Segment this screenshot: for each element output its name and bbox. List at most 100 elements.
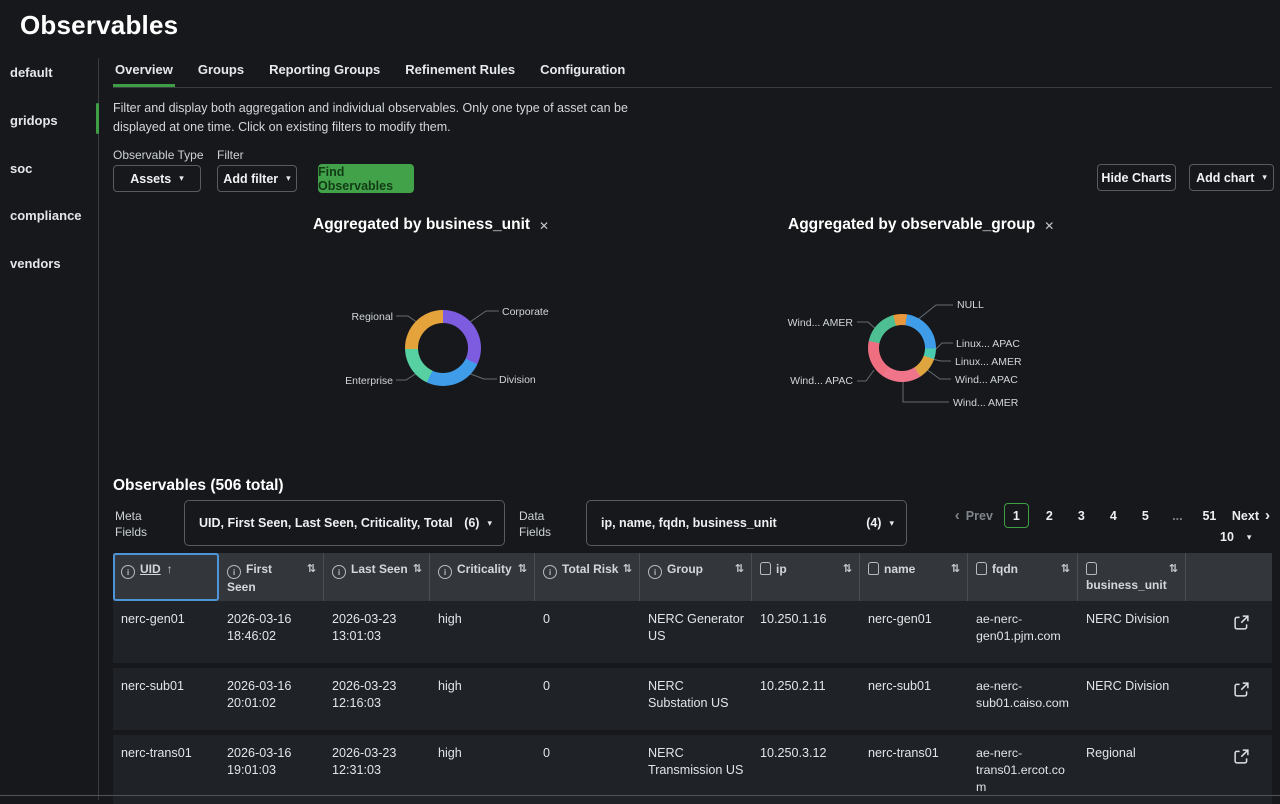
- donut-label-linux-apac: Linux... APAC: [956, 338, 1020, 350]
- tab-overview[interactable]: Overview: [113, 60, 175, 87]
- meta-fields-select[interactable]: UID, First Seen, Last Seen, Criticality,…: [184, 500, 505, 546]
- observable-type-value: Assets: [130, 172, 171, 186]
- page-button-1[interactable]: 1: [1004, 503, 1029, 528]
- open-observable-icon[interactable]: [1232, 681, 1250, 699]
- observables-table: iUID↑ iFirst Seen⇅ iLast Seen⇅ iCritical…: [113, 553, 1272, 804]
- data-fields-value: ip, name, fqdn, business_unit: [601, 516, 858, 530]
- data-field-icon: [760, 562, 771, 575]
- sort-icon[interactable]: ⇅: [518, 561, 527, 577]
- page-button-2[interactable]: 2: [1038, 504, 1061, 527]
- page-button-3[interactable]: 3: [1070, 504, 1093, 527]
- chevron-down-icon: ▾: [179, 173, 184, 184]
- add-chart-dropdown[interactable]: Add chart ▾: [1189, 164, 1274, 191]
- sidebar-active-indicator: [96, 103, 99, 134]
- chevron-down-icon: ▾: [889, 518, 894, 529]
- cell-uid: nerc-trans01: [113, 735, 219, 804]
- column-header-ip[interactable]: ip⇅: [752, 553, 860, 601]
- column-header-uid[interactable]: iUID↑: [113, 553, 219, 601]
- sort-icon[interactable]: ⇅: [413, 561, 422, 577]
- column-header-first-seen[interactable]: iFirst Seen⇅: [219, 553, 324, 601]
- hide-charts-button[interactable]: Hide Charts: [1097, 164, 1176, 191]
- observable-group-donut-chart[interactable]: [868, 314, 936, 382]
- tab-refinement-rules[interactable]: Refinement Rules: [403, 60, 517, 87]
- info-icon[interactable]: i: [648, 565, 662, 579]
- page-button-5[interactable]: 5: [1134, 504, 1157, 527]
- sort-icon[interactable]: ⇅: [951, 561, 960, 577]
- cell-group: NERC Generator US: [640, 601, 752, 663]
- cell-business-unit: NERC Division: [1078, 601, 1186, 663]
- chevron-down-icon: ▾: [487, 518, 492, 529]
- cell-ip: 10.250.3.12: [752, 735, 860, 804]
- observable-type-label: Observable Type: [113, 148, 204, 162]
- cell-criticality: high: [430, 735, 535, 804]
- donut-label-division: Division: [499, 374, 536, 386]
- find-observables-button[interactable]: Find Observables: [318, 164, 414, 193]
- sidebar-item-gridops[interactable]: gridops: [10, 113, 90, 128]
- column-header-name[interactable]: name⇅: [860, 553, 968, 601]
- info-icon[interactable]: i: [121, 565, 135, 579]
- column-header-actions: [1186, 553, 1272, 601]
- column-header-criticality[interactable]: iCriticality⇅: [430, 553, 535, 601]
- cell-total-risk: 0: [535, 735, 640, 804]
- sort-icon[interactable]: ⇅: [1169, 561, 1178, 577]
- column-header-business-unit[interactable]: business_unit⇅: [1078, 553, 1186, 601]
- cell-group: NERC Substation US: [640, 668, 752, 730]
- next-page-button[interactable]: Next ›: [1230, 504, 1272, 527]
- sort-icon[interactable]: ⇅: [735, 561, 744, 577]
- donut-label-wind-amer-left: Wind... AMER: [765, 317, 853, 329]
- close-icon[interactable]: ✕: [539, 218, 549, 233]
- sidebar-item-compliance[interactable]: compliance: [10, 208, 90, 223]
- table-bottom-divider: [0, 795, 1280, 796]
- donut-label-null: NULL: [957, 299, 984, 311]
- observables-page: Observables default gridops soc complian…: [0, 0, 1280, 800]
- cell-name: nerc-sub01: [860, 668, 968, 730]
- page-button-51[interactable]: 51: [1198, 504, 1221, 527]
- cell-business-unit: Regional: [1078, 735, 1186, 804]
- sidebar-item-default[interactable]: default: [10, 65, 90, 80]
- prev-page-button[interactable]: ‹ Prev: [953, 504, 995, 527]
- open-observable-icon[interactable]: [1232, 614, 1250, 632]
- tab-configuration[interactable]: Configuration: [538, 60, 627, 87]
- info-icon[interactable]: i: [227, 565, 241, 579]
- cell-first-seen: 2026-03-16 19:01:03: [219, 735, 324, 804]
- tab-groups[interactable]: Groups: [196, 60, 246, 87]
- data-field-icon: [976, 562, 987, 575]
- sidebar-item-vendors[interactable]: vendors: [10, 256, 90, 271]
- pagination: ‹ Prev 1 2 3 4 5 ... 51 Next ›: [948, 503, 1272, 528]
- cell-fqdn: ae-nerc-sub01.caiso.com: [968, 668, 1078, 730]
- sort-icon[interactable]: ⇅: [307, 561, 316, 577]
- column-header-last-seen[interactable]: iLast Seen⇅: [324, 553, 430, 601]
- cell-group: NERC Transmission US: [640, 735, 752, 804]
- cell-fqdn: ae-nerc-trans01.ercot.com: [968, 735, 1078, 804]
- cell-criticality: high: [430, 668, 535, 730]
- business-unit-donut-chart[interactable]: [405, 310, 481, 386]
- sidebar-item-soc[interactable]: soc: [10, 161, 90, 176]
- page-button-4[interactable]: 4: [1102, 504, 1125, 527]
- info-icon[interactable]: i: [332, 565, 346, 579]
- sort-icon[interactable]: ⇅: [843, 561, 852, 577]
- intro-text: Filter and display both aggregation and …: [113, 99, 679, 136]
- cell-total-risk: 0: [535, 668, 640, 730]
- column-header-fqdn[interactable]: fqdn⇅: [968, 553, 1078, 601]
- info-icon[interactable]: i: [438, 565, 452, 579]
- sort-ascending-icon[interactable]: ↑: [167, 562, 173, 576]
- page-size-select[interactable]: 10 ▾: [1220, 530, 1251, 544]
- donut-label-linux-amer: Linux... AMER: [955, 356, 1022, 368]
- sort-icon[interactable]: ⇅: [1061, 561, 1070, 577]
- open-observable-icon[interactable]: [1232, 748, 1250, 766]
- info-icon[interactable]: i: [543, 565, 557, 579]
- chart-title-observable-group: Aggregated by observable_group ✕: [788, 216, 1054, 234]
- column-header-group[interactable]: iGroup⇅: [640, 553, 752, 601]
- sort-icon[interactable]: ⇅: [623, 561, 632, 577]
- add-filter-dropdown[interactable]: Add filter ▾: [217, 165, 297, 192]
- cell-name: nerc-gen01: [860, 601, 968, 663]
- table-row: nerc-trans01 2026-03-16 19:01:03 2026-03…: [113, 735, 1272, 804]
- chevron-down-icon: ▾: [1247, 532, 1252, 543]
- observable-type-select[interactable]: Assets ▾: [113, 165, 201, 192]
- column-header-total-risk[interactable]: iTotal Risk⇅: [535, 553, 640, 601]
- tab-reporting-groups[interactable]: Reporting Groups: [267, 60, 382, 87]
- cell-criticality: high: [430, 601, 535, 663]
- chevron-down-icon: ▾: [286, 173, 291, 184]
- data-fields-select[interactable]: ip, name, fqdn, business_unit (4) ▾: [586, 500, 907, 546]
- close-icon[interactable]: ✕: [1044, 218, 1054, 233]
